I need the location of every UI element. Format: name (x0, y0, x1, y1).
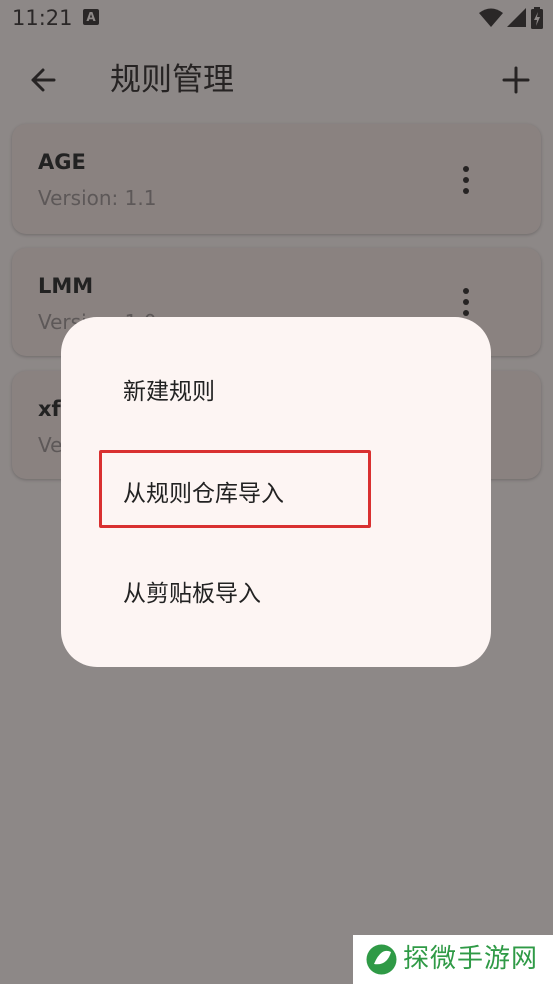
notification-icon: A (83, 9, 99, 25)
rule-name: LMM (38, 274, 94, 298)
watermark: 探微手游网 (353, 935, 553, 984)
status-time: 11:21 (12, 6, 73, 30)
rule-version: Version: 1.1 (38, 186, 157, 210)
battery-charging-icon (531, 7, 543, 29)
more-vert-icon[interactable] (451, 284, 481, 320)
plus-icon[interactable] (496, 60, 536, 100)
watermark-logo-icon (366, 944, 397, 975)
arrow-left-icon[interactable] (24, 60, 64, 100)
signal-icon (507, 8, 526, 27)
watermark-text: 探微手游网 (403, 944, 539, 974)
rule-card[interactable]: AGE Version: 1.1 (12, 124, 541, 234)
menu-item-import-from-clipboard[interactable]: 从剪贴板导入 (123, 574, 261, 608)
status-icons (479, 6, 543, 30)
page-title: 规则管理 (110, 62, 234, 98)
app-bar: 规则管理 (0, 40, 553, 122)
menu-item-new-rule[interactable]: 新建规则 (123, 372, 215, 406)
status-bar: 11:21 A (0, 0, 553, 40)
menu-item-import-from-repository[interactable]: 从规则仓库导入 (123, 474, 284, 508)
rule-name: xf (38, 397, 61, 421)
rule-name: AGE (38, 150, 86, 174)
wifi-icon (479, 8, 503, 27)
rule-version: Ve (38, 433, 63, 457)
more-vert-icon[interactable] (451, 162, 481, 198)
import-dialog: 新建规则 从规则仓库导入 从剪贴板导入 (61, 317, 491, 667)
